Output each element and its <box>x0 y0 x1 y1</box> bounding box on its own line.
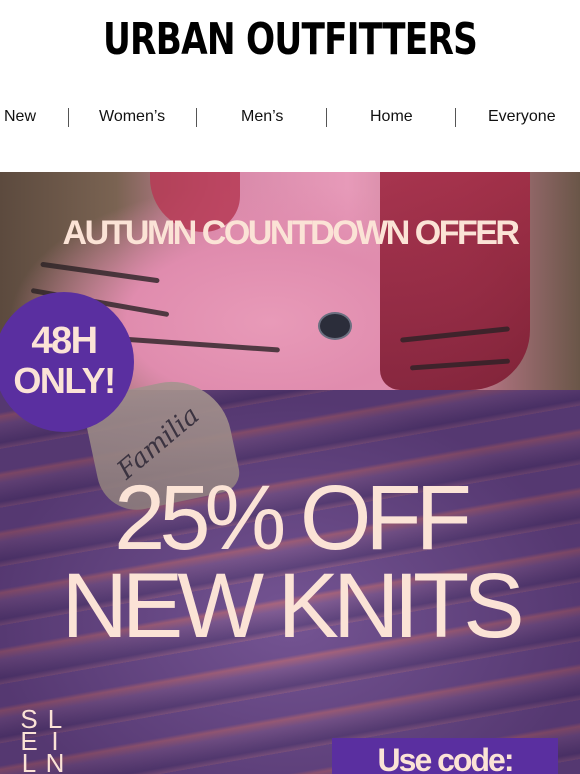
nav-item-everyone[interactable]: Everyone <box>488 108 556 126</box>
header: URBAN OUTFITTERS <box>0 0 580 82</box>
nav-divider <box>68 108 69 127</box>
badge-text-hours: 48H <box>31 320 98 362</box>
headline-discount: 25% OFF <box>114 467 472 569</box>
headline-product: NEW KNITS <box>61 555 524 657</box>
promo-code-label: Use code: <box>377 742 515 774</box>
hero-banner[interactable]: Familia AUTUMN COUNTDOWN OFFER 48H ONLY!… <box>0 172 580 774</box>
nav-item-womens[interactable]: Women’s <box>99 108 165 126</box>
sweater-button <box>318 312 352 340</box>
nav-item-mens[interactable]: Men’s <box>241 108 283 126</box>
nav-item-new[interactable]: New <box>4 108 36 126</box>
nav-divider <box>196 108 197 127</box>
nav-item-home[interactable]: Home <box>370 108 413 126</box>
badge-text-only: ONLY! <box>13 360 116 401</box>
brand-logo[interactable]: URBAN OUTFITTERS <box>64 14 516 65</box>
nav-divider <box>326 108 327 127</box>
vertical-text-col1: S E L <box>16 706 42 774</box>
main-nav: New Women’s Men’s Home Everyone <box>0 96 580 140</box>
vertical-text-col2: L I N <box>42 706 68 774</box>
offer-title: AUTUMN COUNTDOWN OFFER <box>62 214 520 252</box>
vertical-letter: N <box>45 748 65 774</box>
nav-divider <box>455 108 456 127</box>
hero-photo-hair <box>380 172 530 390</box>
